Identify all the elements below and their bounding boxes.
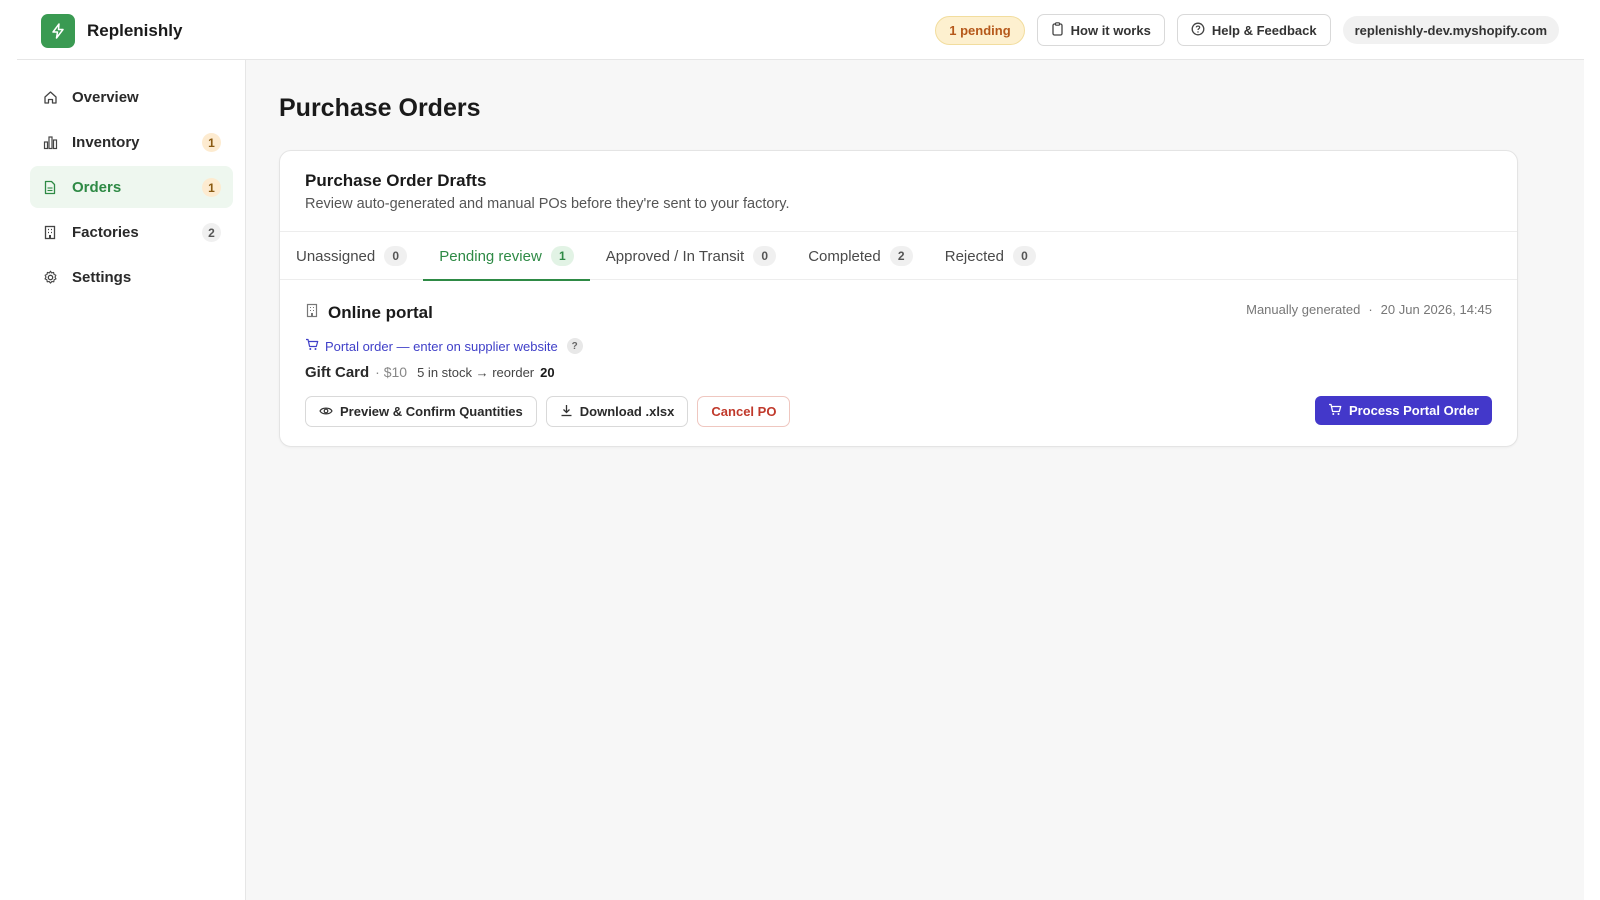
sidebar-item-label: Settings [72, 268, 132, 286]
tab-label: Completed [808, 247, 881, 265]
cart-icon [305, 338, 319, 354]
line-item: Gift Card · $10 5 in stock → reorder 20 [305, 364, 555, 381]
item-price: · $10 [375, 364, 408, 380]
order-timestamp: 20 Jun 2026, 14:45 [1380, 302, 1492, 317]
sidebar-item-orders[interactable]: Orders 1 [30, 166, 233, 208]
tab-approved-in-transit[interactable]: Approved / In Transit 0 [590, 232, 792, 280]
sidebar-item-inventory[interactable]: Inventory 1 [30, 121, 233, 163]
clipboard-icon [1051, 21, 1064, 39]
card-subtitle: Review auto-generated and manual POs bef… [305, 196, 790, 212]
drafts-card: Purchase Order Drafts Review auto-genera… [279, 150, 1518, 447]
inventory-count-badge: 1 [202, 133, 221, 152]
tab-unassigned[interactable]: Unassigned 0 [280, 232, 423, 280]
item-stock: 5 in stock → reorder [417, 365, 535, 380]
cart-icon [1328, 403, 1342, 419]
sidebar-item-label: Overview [72, 88, 139, 106]
orders-count-badge: 1 [202, 178, 221, 197]
download-icon [560, 404, 573, 420]
preview-confirm-label: Preview & Confirm Quantities [340, 404, 523, 419]
card-header: Purchase Order Drafts Review auto-genera… [280, 151, 1517, 232]
item-name: Gift Card [305, 364, 370, 381]
home-icon [42, 89, 58, 105]
help-tooltip-icon[interactable]: ? [566, 338, 583, 354]
how-it-works-button[interactable]: How it works [1036, 14, 1165, 46]
generation-source: Manually generated [1246, 302, 1361, 317]
process-portal-order-label: Process Portal Order [1348, 403, 1479, 418]
cancel-po-button[interactable]: Cancel PO [697, 396, 791, 427]
building-icon [42, 224, 58, 240]
how-it-works-label: How it works [1070, 22, 1151, 38]
eye-icon [319, 404, 333, 419]
meta-separator: · [1368, 302, 1373, 317]
building-icon [305, 303, 319, 323]
order-meta: Manually generated · 20 Jun 2026, 14:45 [1246, 302, 1492, 317]
store-domain[interactable]: replenishly-dev.myshopify.com [1342, 16, 1559, 44]
tab-count: 0 [753, 246, 777, 266]
help-circle-icon [1191, 22, 1205, 39]
sidebar-item-label: Factories [72, 223, 139, 241]
app-name: Replenishly [87, 21, 183, 40]
sidebar: Overview Inventory 1 Orders 1 Factories … [17, 60, 246, 900]
tab-count: 0 [384, 246, 408, 266]
document-icon [42, 179, 58, 195]
help-feedback-button[interactable]: Help & Feedback [1176, 14, 1331, 46]
status-tabs: Unassigned 0 Pending review 1 Approved /… [280, 232, 1517, 281]
process-portal-order-button[interactable]: Process Portal Order [1314, 396, 1492, 425]
sidebar-item-settings[interactable]: Settings [30, 256, 233, 298]
factories-count-badge: 2 [202, 223, 221, 242]
portal-note-text[interactable]: Portal order — enter on supplier website [325, 339, 558, 354]
tab-count: 1 [550, 246, 574, 266]
brand[interactable]: Replenishly [41, 14, 182, 48]
factory-row: Online portal [305, 303, 433, 323]
sidebar-item-factories[interactable]: Factories 2 [30, 211, 233, 253]
page-title: Purchase Orders [279, 94, 481, 122]
pending-badge[interactable]: 1 pending [935, 15, 1025, 45]
portal-note: Portal order — enter on supplier website… [305, 338, 583, 354]
top-bar: Replenishly 1 pending How it works Help … [17, 1, 1584, 60]
tab-rejected[interactable]: Rejected 0 [929, 232, 1052, 280]
tab-label: Approved / In Transit [605, 247, 745, 265]
tab-count: 0 [1012, 246, 1036, 266]
tab-label: Pending review [439, 247, 542, 265]
reorder-quantity: 20 [540, 365, 555, 380]
sidebar-item-label: Orders [72, 178, 122, 196]
card-title: Purchase Order Drafts [305, 171, 487, 190]
bolt-icon [41, 14, 75, 48]
download-xlsx-label: Download .xlsx [579, 404, 675, 419]
preview-confirm-button[interactable]: Preview & Confirm Quantities [305, 396, 537, 427]
tab-label: Unassigned [296, 247, 376, 265]
tab-count: 2 [889, 246, 913, 266]
help-feedback-label: Help & Feedback [1211, 22, 1317, 38]
factory-name: Online portal [328, 303, 433, 322]
main-content: Purchase Orders Purchase Order Drafts Re… [246, 60, 1584, 900]
tab-pending-review[interactable]: Pending review 1 [423, 232, 590, 281]
bar-chart-icon [42, 134, 58, 150]
download-xlsx-button[interactable]: Download .xlsx [545, 396, 689, 427]
gear-icon [42, 269, 58, 285]
purchase-order-item: Online portal Manually generated · 20 Ju… [280, 281, 1517, 447]
tab-completed[interactable]: Completed 2 [792, 232, 929, 280]
sidebar-nav: Overview Inventory 1 Orders 1 Factories … [30, 76, 233, 301]
cancel-po-label: Cancel PO [711, 404, 777, 419]
sidebar-item-label: Inventory [72, 133, 140, 151]
sidebar-item-overview[interactable]: Overview [30, 76, 233, 118]
tab-label: Rejected [944, 247, 1004, 265]
order-actions: Preview & Confirm Quantities Download .x… [305, 396, 791, 427]
